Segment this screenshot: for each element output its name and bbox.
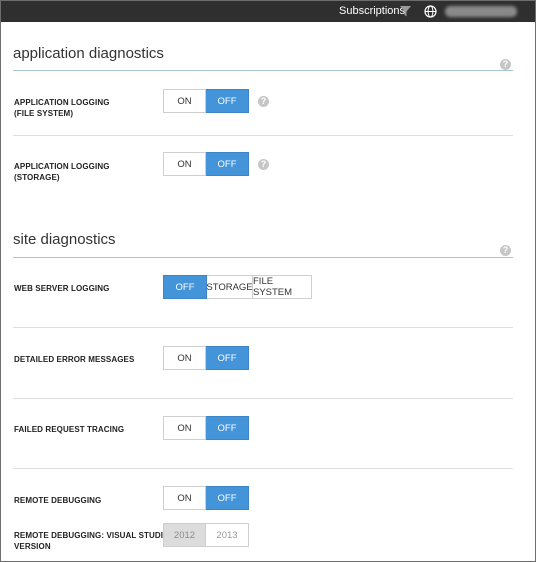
app-logging-fs-off-button[interactable]: OFF bbox=[206, 89, 249, 113]
app-logging-storage-on-button[interactable]: ON bbox=[163, 152, 206, 176]
divider bbox=[13, 468, 513, 469]
web-server-logging-off-button[interactable]: OFF bbox=[163, 275, 207, 299]
remote-debugging-vs-label: REMOTE DEBUGGING: VISUAL STUDIO VERSION bbox=[14, 530, 169, 552]
failed-request-label: FAILED REQUEST TRACING bbox=[14, 425, 125, 434]
detailed-errors-label: DETAILED ERROR MESSAGES bbox=[14, 355, 135, 364]
divider bbox=[13, 135, 513, 136]
section-rule bbox=[13, 257, 513, 258]
app-logging-fs-label-line1: APPLICATION LOGGING bbox=[14, 98, 110, 107]
app-logging-storage-label-line2: (STORAGE) bbox=[14, 173, 60, 182]
help-icon[interactable]: ? bbox=[500, 59, 511, 70]
web-server-logging-storage-button[interactable]: STORAGE bbox=[206, 275, 253, 299]
globe-icon[interactable] bbox=[424, 5, 437, 18]
app-logging-storage-off-button[interactable]: OFF bbox=[206, 152, 249, 176]
section-title-site-diagnostics: site diagnostics bbox=[13, 231, 116, 248]
app-logging-fs-toggle: ON OFF bbox=[163, 89, 249, 113]
help-icon[interactable]: ? bbox=[258, 96, 269, 107]
section-rule bbox=[13, 70, 513, 71]
remote-debugging-vs-selector: 2012 2013 bbox=[163, 523, 249, 547]
detailed-errors-toggle: ON OFF bbox=[163, 346, 249, 370]
subscriptions-button[interactable]: Subscriptions bbox=[339, 5, 405, 17]
remote-debugging-vs-label-line1: REMOTE DEBUGGING: VISUAL STUDIO bbox=[14, 531, 170, 540]
web-server-logging-file-system-button[interactable]: FILE SYSTEM bbox=[253, 275, 312, 299]
remote-debugging-on-button[interactable]: ON bbox=[163, 486, 206, 510]
filter-icon[interactable] bbox=[399, 5, 412, 18]
app-logging-storage-label-line1: APPLICATION LOGGING bbox=[14, 162, 110, 171]
app-logging-fs-on-button[interactable]: ON bbox=[163, 89, 206, 113]
app-logging-storage-toggle: ON OFF bbox=[163, 152, 249, 176]
app-logging-fs-label: APPLICATION LOGGING (FILE SYSTEM) bbox=[14, 97, 110, 119]
section-title-application-diagnostics: application diagnostics bbox=[13, 45, 164, 62]
failed-request-toggle: ON OFF bbox=[163, 416, 249, 440]
detailed-errors-off-button[interactable]: OFF bbox=[206, 346, 249, 370]
failed-request-off-button[interactable]: OFF bbox=[206, 416, 249, 440]
app-logging-fs-label-line2: (FILE SYSTEM) bbox=[14, 109, 74, 118]
top-bar: Subscriptions bbox=[1, 1, 535, 22]
divider bbox=[13, 398, 513, 399]
help-icon[interactable]: ? bbox=[500, 245, 511, 256]
remote-debugging-off-button[interactable]: OFF bbox=[206, 486, 249, 510]
vs-version-2012-button[interactable]: 2012 bbox=[163, 523, 206, 547]
remote-debugging-vs-label-line2: VERSION bbox=[14, 542, 51, 551]
divider bbox=[13, 327, 513, 328]
web-server-logging-selector: OFF STORAGE FILE SYSTEM bbox=[163, 275, 312, 299]
user-account[interactable] bbox=[445, 6, 517, 17]
help-icon[interactable]: ? bbox=[258, 159, 269, 170]
detailed-errors-on-button[interactable]: ON bbox=[163, 346, 206, 370]
vs-version-2013-button[interactable]: 2013 bbox=[206, 523, 249, 547]
remote-debugging-toggle: ON OFF bbox=[163, 486, 249, 510]
web-server-logging-label: WEB SERVER LOGGING bbox=[14, 284, 110, 293]
diagnostics-panel: Subscriptions application diagnostics ? … bbox=[0, 0, 536, 562]
failed-request-on-button[interactable]: ON bbox=[163, 416, 206, 440]
remote-debugging-label: REMOTE DEBUGGING bbox=[14, 496, 102, 505]
app-logging-storage-label: APPLICATION LOGGING (STORAGE) bbox=[14, 161, 110, 183]
